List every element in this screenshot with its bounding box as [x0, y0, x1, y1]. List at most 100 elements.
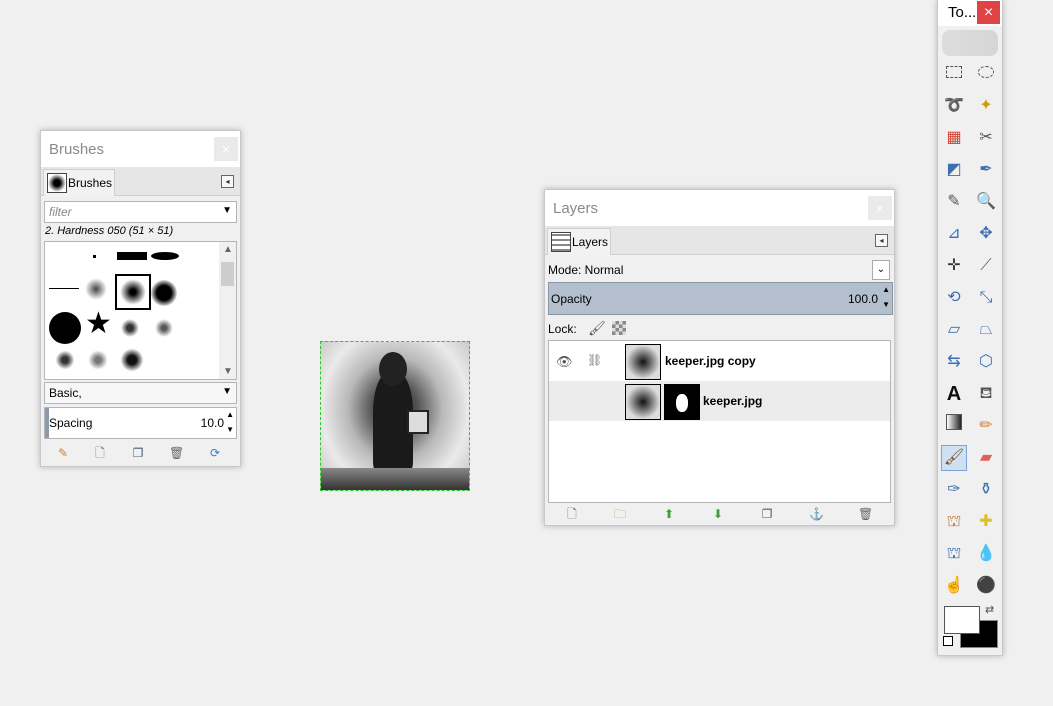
brush-thumb[interactable]: ★ — [85, 308, 112, 340]
zoom-icon[interactable]: 🔍 — [974, 190, 998, 214]
color-select-icon[interactable]: ▦ — [942, 126, 966, 150]
anchor-layer-icon[interactable]: ⚓ — [809, 507, 824, 521]
color-picker-icon[interactable]: ✎ — [942, 190, 966, 214]
spacing-spinbox[interactable]: Spacing 10.0 ▲ ▼ — [44, 407, 237, 439]
spin-down-icon[interactable]: ▼ — [882, 300, 890, 309]
measure-icon[interactable]: ⊿ — [942, 222, 966, 246]
text-tool-icon[interactable]: A — [942, 382, 966, 406]
spin-up-icon[interactable]: ▲ — [226, 410, 234, 419]
spin-down-icon[interactable]: ▼ — [226, 425, 234, 434]
chevron-down-icon[interactable]: ⌄ — [872, 260, 890, 280]
layers-list[interactable]: 👁 ⛓ keeper.jpg copy keeper.jpg — [548, 340, 891, 503]
brush-thumb[interactable] — [119, 318, 141, 338]
brush-thumb[interactable] — [49, 288, 79, 289]
toolbox-close-button[interactable]: × — [977, 1, 1000, 24]
layer-name[interactable]: keeper.jpg — [703, 394, 762, 408]
brush-grid[interactable]: ★ ▲ ▼ — [44, 241, 237, 380]
brush-thumb[interactable] — [85, 278, 107, 300]
duplicate-layer-icon[interactable]: ❐ — [760, 507, 774, 521]
brush-preset-select[interactable]: Basic, ▼ — [44, 382, 237, 404]
toolbox-titlebar[interactable]: To... × — [938, 0, 1002, 26]
eye-icon[interactable]: 👁 — [556, 354, 573, 370]
layers-close-button[interactable]: × — [868, 196, 892, 220]
align-icon[interactable]: ✛ — [942, 254, 966, 278]
refresh-brushes-icon[interactable]: ⟳ — [208, 446, 222, 460]
new-layer-group-icon[interactable]: 🗀 — [613, 507, 627, 521]
layer-mask-thumbnail[interactable] — [664, 384, 700, 420]
pencil-icon[interactable]: ✏ — [974, 414, 998, 438]
smudge-icon[interactable]: ☝ — [942, 574, 966, 598]
opacity-spinbox[interactable]: Opacity 100.0 ▲ ▼ — [548, 282, 893, 315]
brush-grid-scrollbar[interactable]: ▲ ▼ — [219, 242, 236, 379]
chain-icon[interactable]: ⛓ — [587, 353, 602, 367]
layers-titlebar[interactable]: Layers × — [545, 190, 894, 226]
scroll-up-icon[interactable]: ▲ — [223, 244, 233, 255]
brush-thumb[interactable] — [151, 280, 177, 306]
layers-tab-menu-icon[interactable]: ◂ — [875, 234, 888, 247]
lower-layer-icon[interactable]: ⬇ — [711, 507, 725, 521]
image-canvas[interactable] — [320, 341, 470, 491]
cage-transform-icon[interactable]: ⬡ — [974, 350, 998, 374]
perspective-icon[interactable]: ⏢ — [974, 318, 998, 342]
brush-thumb[interactable] — [93, 255, 96, 258]
brush-thumb-selected[interactable] — [115, 274, 151, 310]
eraser-icon[interactable]: ▰ — [974, 446, 998, 470]
delete-brush-icon[interactable]: 🗑 — [169, 446, 184, 460]
raise-layer-icon[interactable]: ⬆ — [662, 507, 676, 521]
dodge-burn-icon[interactable]: ⚫ — [974, 574, 998, 598]
scale-icon[interactable]: ⤡ — [974, 286, 998, 310]
new-layer-icon[interactable]: 🗋 — [565, 507, 579, 521]
scrollbar-thumb[interactable] — [221, 262, 234, 286]
rect-select-icon[interactable] — [942, 62, 966, 86]
fuzzy-select-icon[interactable]: ✦ — [974, 94, 998, 118]
blend-icon[interactable] — [942, 414, 966, 438]
layer-row-selected[interactable]: keeper.jpg — [549, 381, 890, 421]
paintbrush-icon[interactable]: 🖌 — [941, 445, 967, 471]
brush-thumb[interactable] — [153, 318, 175, 338]
scroll-down-icon[interactable]: ▼ — [223, 366, 233, 377]
brush-thumb[interactable] — [49, 312, 81, 344]
move-icon[interactable]: ✥ — [974, 222, 998, 246]
scissors-icon[interactable]: ✂ — [974, 126, 998, 150]
brush-filter-input[interactable]: filter ▼ — [44, 201, 237, 223]
layer-row[interactable]: 👁 ⛓ keeper.jpg copy — [549, 341, 890, 381]
edit-brush-icon[interactable]: ✎ — [56, 446, 70, 460]
foreground-color-swatch[interactable] — [944, 606, 980, 634]
paths-icon[interactable]: ✒ — [974, 158, 998, 182]
free-select-icon[interactable]: ➰ — [942, 94, 966, 118]
brushes-tab-menu-icon[interactable]: ◂ — [221, 175, 234, 188]
lock-pixels-icon[interactable]: 🖌 — [588, 320, 606, 337]
brush-thumb[interactable] — [117, 252, 147, 260]
ellipse-select-icon[interactable] — [974, 62, 998, 86]
brush-thumb[interactable] — [119, 348, 145, 372]
clone-icon[interactable]: ⛫ — [942, 510, 966, 534]
image-ground — [321, 468, 469, 490]
perspective-clone-icon[interactable]: ⛫ — [942, 542, 966, 566]
bucket-fill-icon[interactable]: ⛾ — [974, 382, 998, 406]
lock-alpha-icon[interactable] — [612, 321, 626, 335]
layer-name[interactable]: keeper.jpg copy — [665, 354, 756, 368]
crop-icon[interactable]: ⟋ — [974, 254, 998, 278]
brush-thumb[interactable] — [53, 350, 77, 370]
airbrush-icon[interactable]: ✑ — [942, 478, 966, 502]
tab-brushes[interactable]: Brushes — [43, 169, 115, 196]
duplicate-brush-icon[interactable]: ❐ — [131, 446, 145, 460]
shear-icon[interactable]: ▱ — [942, 318, 966, 342]
brush-thumb[interactable] — [151, 252, 179, 260]
spin-up-icon[interactable]: ▲ — [882, 285, 890, 294]
default-colors-icon[interactable] — [943, 636, 953, 646]
brush-thumb[interactable] — [87, 350, 109, 370]
mode-select[interactable]: Mode: Normal ⌄ — [548, 260, 891, 280]
brushes-titlebar[interactable]: Brushes × — [41, 131, 240, 167]
blur-icon[interactable]: 💧 — [974, 542, 998, 566]
tab-layers[interactable]: Layers — [547, 228, 611, 255]
brushes-close-button[interactable]: × — [214, 137, 238, 161]
ink-icon[interactable]: ⚱ — [974, 478, 998, 502]
swap-colors-icon[interactable]: ⇄ — [985, 603, 994, 616]
new-brush-icon[interactable]: 🗋 — [93, 446, 107, 460]
rotate-icon[interactable]: ⟲ — [942, 286, 966, 310]
foreground-select-icon[interactable]: ◩ — [942, 158, 966, 182]
delete-layer-icon[interactable]: 🗑 — [858, 507, 873, 521]
heal-icon[interactable]: ✚ — [974, 510, 998, 534]
flip-icon[interactable]: ⇆ — [942, 350, 966, 374]
